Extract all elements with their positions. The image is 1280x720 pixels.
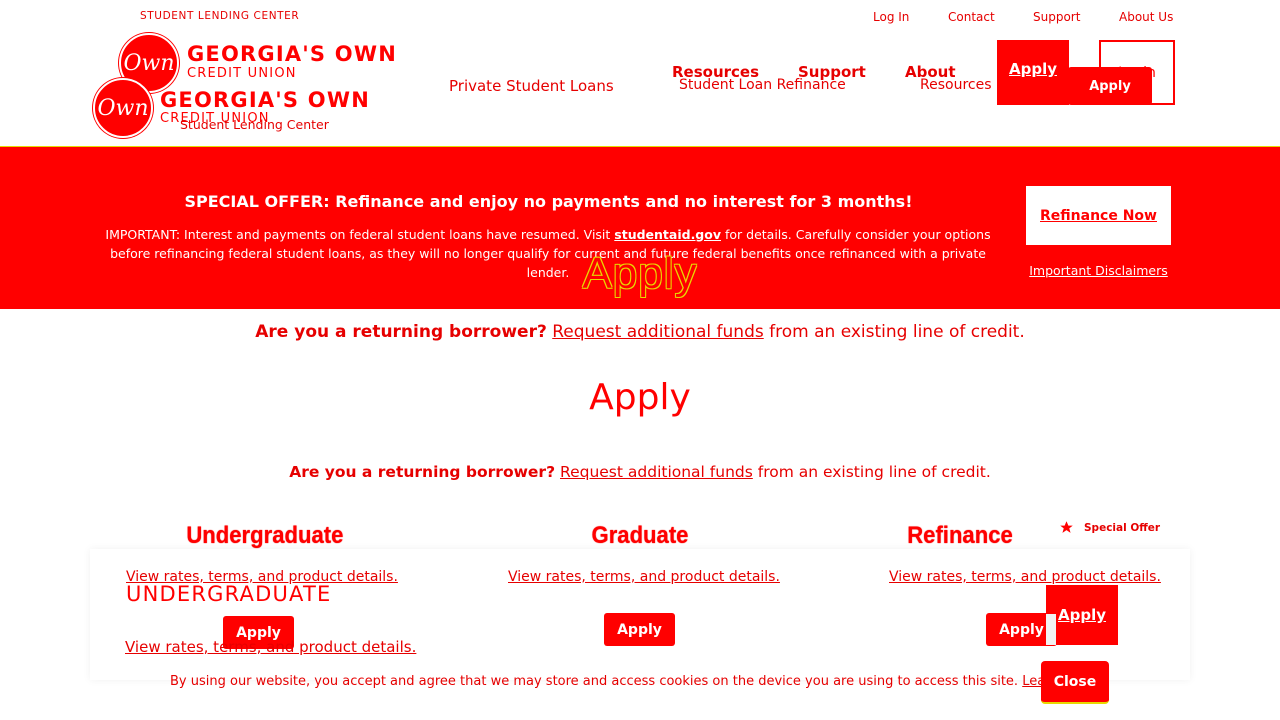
returning-rest-2: from an existing line of credit. (752, 463, 991, 481)
important-disclaimers-link[interactable]: Important Disclaimers (1000, 263, 1197, 278)
nav-student-loan-refinance[interactable]: Student Loan Refinance (679, 77, 846, 93)
request-funds-link-second[interactable]: Request additional funds (560, 463, 753, 481)
logo-name: GEORGIA'S OWN (187, 42, 397, 66)
request-funds-link-top[interactable]: Request additional funds (552, 322, 763, 342)
cookie-text: By using our website, you accept and agr… (170, 674, 1095, 689)
logo-overlay-name: GEORGIA'S OWN (160, 88, 370, 112)
undergrad-view-rates-link-2[interactable]: View rates, terms, and product details. (125, 638, 416, 656)
graduate-view-rates-link[interactable]: View rates, terms, and product details. (508, 569, 780, 585)
special-offer-label: Special Offer (1084, 521, 1161, 534)
floating-apply-button[interactable]: Apply (1046, 585, 1118, 645)
refinance-now-button[interactable]: Refinance Now (1026, 186, 1171, 245)
logo-subtitle: CREDIT UNION (187, 66, 297, 81)
logo-overlay-tagline: Student Lending Center (180, 117, 329, 132)
contact-link[interactable]: Contact (948, 10, 995, 24)
support-link[interactable]: Support (1033, 10, 1080, 24)
returning-question-2: Are you a returning borrower? (289, 463, 556, 481)
header-tagline: STUDENT LENDING CENTER (140, 10, 300, 22)
studentaid-link[interactable]: studentaid.gov (614, 227, 721, 242)
logo-overlay-mark: Own (93, 78, 153, 138)
undergraduate-heading: Undergraduate (186, 522, 344, 549)
cookie-message: By using our website, you accept and agr… (170, 674, 1019, 689)
returning-borrower-top: Are you a returning borrower? Request ad… (0, 322, 1280, 342)
graduate-heading: Graduate (591, 522, 689, 549)
page-title: Apply (589, 377, 691, 418)
nav-private-student-loans[interactable]: Private Student Loans (449, 77, 614, 95)
scrollbar-thumb[interactable] (1046, 614, 1056, 645)
header-apply-button[interactable]: Apply (997, 40, 1069, 105)
cookie-bar: By using our website, you accept and agr… (90, 668, 1190, 698)
undergraduate-caps-heading: UNDERGRADUATE (126, 582, 332, 606)
about-us-link[interactable]: About Us (1119, 10, 1173, 24)
login-link[interactable]: Log In (873, 10, 909, 24)
refinance-heading: Refinance (907, 522, 1013, 549)
banner-headline: SPECIAL OFFER: Refinance and enjoy no pa… (184, 192, 913, 211)
banner-ghost-title: Apply (582, 249, 698, 298)
header-apply-small-button[interactable]: Apply (1068, 67, 1152, 105)
returning-borrower-second: Are you a returning borrower? Request ad… (0, 463, 1280, 481)
special-offer-banner: SPECIAL OFFER: Refinance and enjoy no pa… (0, 146, 1280, 309)
special-offer-tag: Special Offer (1059, 520, 1160, 535)
refinance-view-rates-link[interactable]: View rates, terms, and product details. (889, 569, 1161, 585)
returning-rest: from an existing line of credit. (763, 322, 1025, 342)
banner-notice-pre: IMPORTANT: Interest and payments on fede… (105, 227, 615, 242)
graduate-apply-button[interactable]: Apply (604, 613, 675, 646)
nav-resources-secondary[interactable]: Resources (920, 77, 992, 93)
returning-question: Are you a returning borrower? (255, 322, 547, 342)
cookie-close-button[interactable]: Close (1041, 661, 1109, 704)
star-icon (1060, 521, 1073, 533)
